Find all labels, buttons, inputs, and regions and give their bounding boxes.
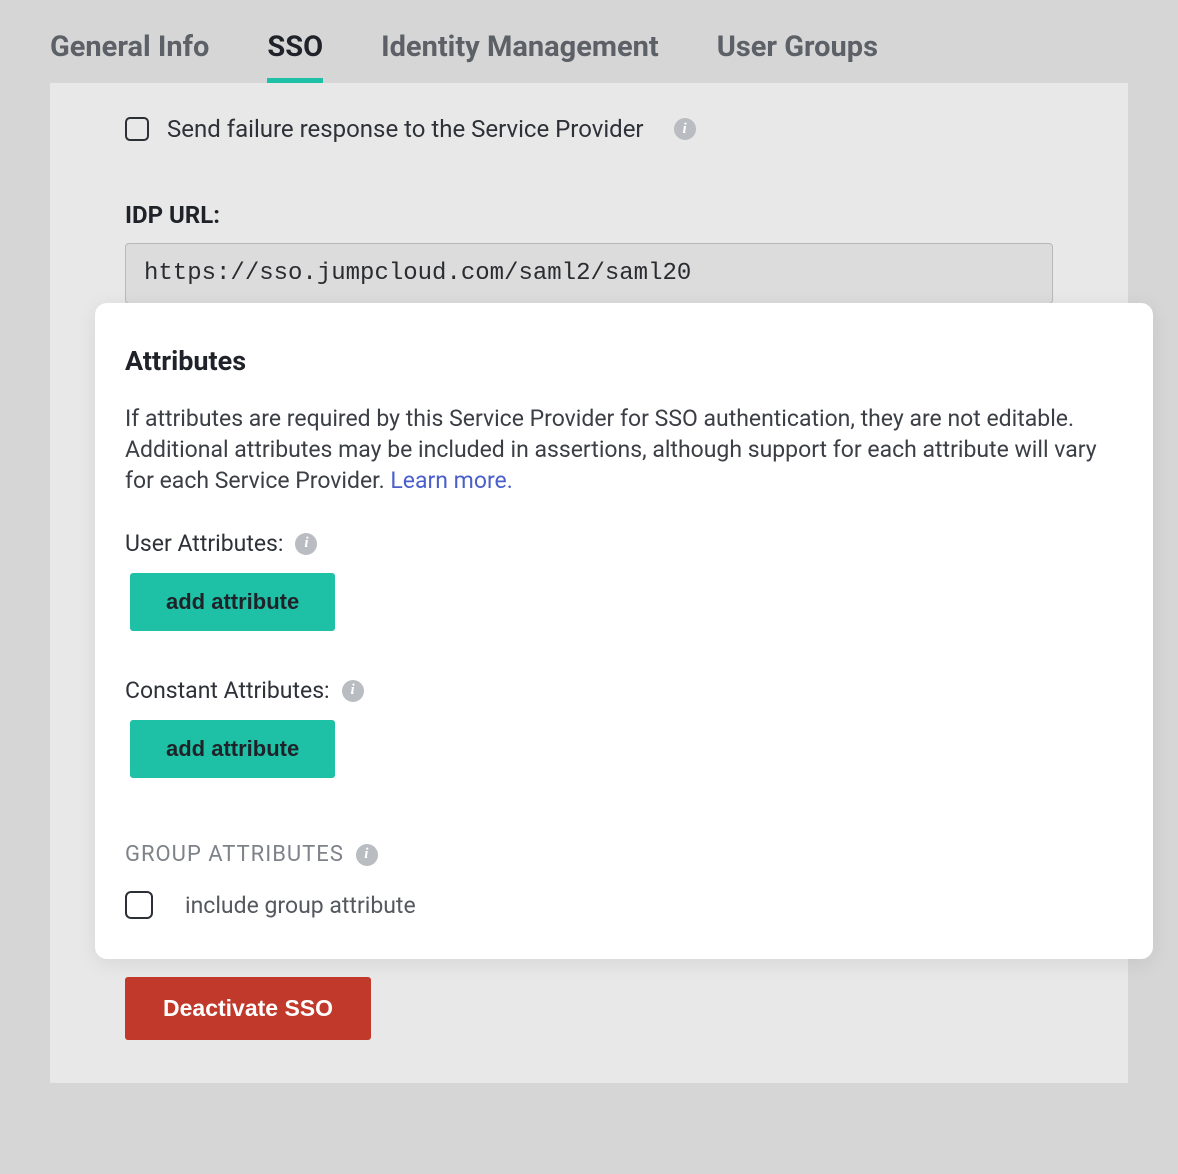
user-attributes-label-text: User Attributes:: [125, 530, 283, 557]
tab-identity-management[interactable]: Identity Management: [381, 30, 659, 83]
attributes-card: Attributes If attributes are required by…: [95, 303, 1153, 959]
tab-user-groups[interactable]: User Groups: [717, 30, 878, 83]
attributes-description-text: If attributes are required by this Servi…: [125, 405, 1097, 494]
tab-sso[interactable]: SSO: [267, 30, 323, 83]
tab-bar: General Info SSO Identity Management Use…: [0, 0, 1178, 83]
group-attributes-heading-text: GROUP ATTRIBUTES: [125, 842, 344, 867]
group-attributes-heading: GROUP ATTRIBUTES i: [125, 842, 1123, 867]
add-constant-attribute-button[interactable]: add attribute: [130, 720, 335, 778]
attributes-heading: Attributes: [125, 345, 1123, 377]
idp-url-label: IDP URL:: [125, 201, 1053, 229]
info-icon[interactable]: i: [342, 680, 364, 702]
include-group-row: include group attribute: [125, 891, 1123, 919]
learn-more-link[interactable]: Learn more.: [390, 467, 512, 494]
include-group-label: include group attribute: [185, 892, 416, 919]
info-icon[interactable]: i: [295, 533, 317, 555]
constant-attributes-label: Constant Attributes: i: [125, 677, 1123, 704]
user-attributes-label: User Attributes: i: [125, 530, 1123, 557]
tab-general-info[interactable]: General Info: [50, 30, 209, 83]
failure-response-label: Send failure response to the Service Pro…: [167, 115, 644, 143]
failure-response-checkbox[interactable]: [125, 117, 149, 141]
failure-response-row: Send failure response to the Service Pro…: [125, 115, 1053, 143]
add-user-attribute-button[interactable]: add attribute: [130, 573, 335, 631]
idp-url-input[interactable]: [125, 243, 1053, 304]
include-group-checkbox[interactable]: [125, 891, 153, 919]
attributes-description: If attributes are required by this Servi…: [125, 403, 1123, 496]
deactivate-sso-button[interactable]: Deactivate SSO: [125, 977, 371, 1040]
constant-attributes-label-text: Constant Attributes:: [125, 677, 330, 704]
sso-panel: Send failure response to the Service Pro…: [50, 83, 1128, 1083]
info-icon[interactable]: i: [356, 844, 378, 866]
info-icon[interactable]: i: [674, 118, 696, 140]
